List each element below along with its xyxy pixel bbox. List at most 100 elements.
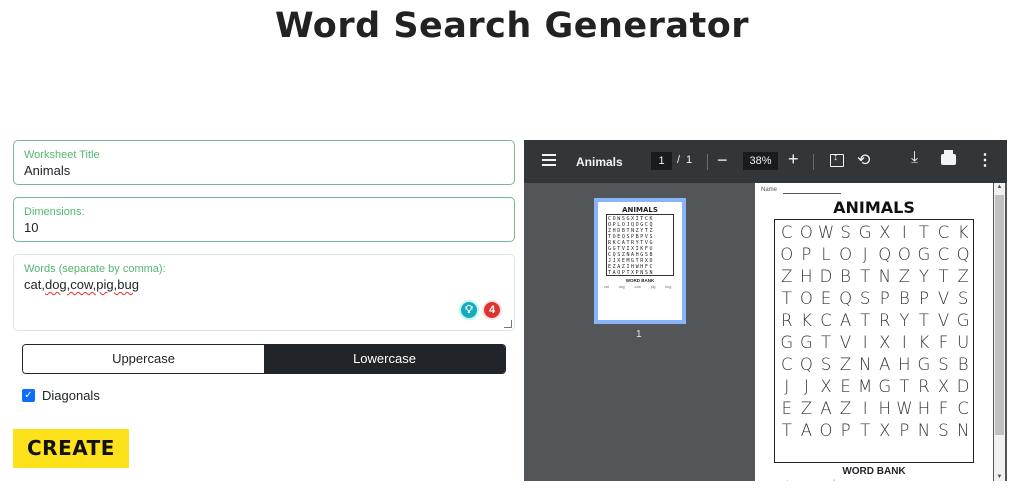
grid-cell: S xyxy=(820,355,832,374)
fit-page-icon[interactable] xyxy=(830,152,844,167)
grid-cell: Q xyxy=(878,245,892,264)
document-name: Animals xyxy=(576,155,623,169)
grid-cell: F xyxy=(938,333,949,352)
grid-cell: J xyxy=(803,377,809,396)
scrollbar[interactable]: ▲ ▼ xyxy=(994,183,1005,481)
grid-cell: O xyxy=(819,421,833,440)
grid-cell: S xyxy=(957,289,969,308)
grid-cell: I xyxy=(901,223,907,242)
thumbnail-bank-title: WORD BANK xyxy=(625,278,655,283)
name-label: Name xyxy=(761,187,778,193)
grid-row: TOEQSPBPVS xyxy=(777,288,973,310)
grid-cell: Y xyxy=(918,267,929,286)
grid-cell: C xyxy=(820,311,832,330)
zoom-input[interactable]: 38% xyxy=(743,152,778,170)
grid-cell: R xyxy=(918,377,930,396)
thumbnail-grid-row: TAOPTXPNSN xyxy=(608,269,655,276)
grid-cell: W xyxy=(817,223,835,242)
grid-cell: Z xyxy=(898,267,911,286)
grid-cell: Y xyxy=(899,311,910,330)
error-count-badge[interactable]: 4 xyxy=(482,300,502,320)
diagonals-option[interactable]: ✓ Diagonals xyxy=(22,388,100,403)
zoom-in-button[interactable]: + xyxy=(788,149,799,170)
page-thumbnail[interactable]: ANIMALS COWSGXITCK OPLOJQOGCQ ZHDBTNZYTZ TO… xyxy=(594,198,686,324)
grid-cell: S xyxy=(859,289,871,308)
grid-cell: P xyxy=(840,421,851,440)
grid-cell: A xyxy=(879,355,891,374)
scrollbar-thumb[interactable] xyxy=(995,195,1004,435)
grid-cell: N xyxy=(917,421,931,440)
more-options-icon[interactable]: ⋮ xyxy=(977,150,993,170)
grid-cell: W xyxy=(896,399,913,418)
grid-cell: S xyxy=(840,223,851,242)
grid-cell: N xyxy=(859,355,872,374)
grid-row: GGTVIXIKFU xyxy=(777,332,973,354)
resize-handle[interactable] xyxy=(504,320,512,328)
menu-icon[interactable] xyxy=(542,154,556,166)
grid-cell: G xyxy=(917,355,931,374)
grid-cell: I xyxy=(862,399,868,418)
grid-cell: G xyxy=(956,311,970,330)
grid-cell: T xyxy=(860,311,871,330)
worksheet-title-input[interactable]: Animals xyxy=(24,163,70,178)
grid-cell: G xyxy=(878,377,892,396)
grid-cell: S xyxy=(938,421,949,440)
dimensions-input[interactable]: 10 xyxy=(24,220,38,235)
scroll-down-arrow[interactable]: ▼ xyxy=(994,474,1005,480)
grid-cell: A xyxy=(800,421,813,440)
grid-cell: A xyxy=(839,311,852,330)
grid-cell: Q xyxy=(799,355,813,374)
page-number-input[interactable]: 1 xyxy=(651,152,672,170)
rotate-icon[interactable]: ⟲ xyxy=(857,150,870,170)
grid-cell: Q xyxy=(839,289,853,308)
grid-cell: O xyxy=(799,223,813,242)
grid-cell: Z xyxy=(839,355,852,374)
worksheet-title-field[interactable]: Worksheet Title Animals xyxy=(13,140,515,185)
pdf-toolbar: Animals 1 / 1 − 38% + ⟲ ⤓ ⋮ xyxy=(524,140,1007,183)
grid-cell: H xyxy=(898,355,911,374)
grid-cell: C xyxy=(937,223,950,242)
print-icon[interactable] xyxy=(941,150,956,165)
grid-cell: D xyxy=(956,377,970,396)
grid-cell: J xyxy=(862,245,868,264)
grid-row: JJXEMGTRXD xyxy=(777,376,973,398)
words-input[interactable]: cat,dog,cow,pig,bug xyxy=(24,277,139,292)
grid-cell: X xyxy=(879,223,891,242)
grid-cell: V xyxy=(937,289,950,308)
name-line xyxy=(783,193,841,194)
grid-cell: K xyxy=(957,223,969,242)
grid-cell: T xyxy=(918,223,929,242)
download-icon[interactable]: ⤓ xyxy=(911,149,918,167)
grid-cell: N xyxy=(956,421,970,440)
words-text-part: cat, xyxy=(24,277,45,292)
worksheet-page: Name ANIMALS COWSGXITCKOPLOJQOGCQZHDBTNZ… xyxy=(755,183,993,481)
thumbnail-bank-item: bug xyxy=(665,285,672,289)
grid-cell: B xyxy=(840,267,851,286)
grid-cell: E xyxy=(820,289,832,308)
word-bank-item: cat xyxy=(779,480,831,481)
create-button[interactable]: CREATE xyxy=(13,429,129,468)
word-bank-list: catdogcowpigbug xyxy=(779,480,979,481)
grid-cell: T xyxy=(781,421,792,440)
scroll-up-arrow[interactable]: ▲ xyxy=(994,184,1005,190)
grid-cell: T xyxy=(781,289,792,308)
thumbnail-bank-words: cat dog cow pig bug xyxy=(604,285,676,289)
grid-cell: F xyxy=(938,399,949,418)
diagonals-checkbox[interactable]: ✓ xyxy=(22,389,35,402)
words-textarea[interactable]: Words (separate by comma): cat,dog,cow,p… xyxy=(13,254,515,331)
word-bank-item: dog xyxy=(831,480,883,481)
grid-cell: L xyxy=(821,245,831,264)
grid-cell: Z xyxy=(800,399,813,418)
thumbnail-grid: COWSGXITCK OPLOJQOGCQ ZHDBTNZYTZ TOEQSPBPVS… xyxy=(606,214,674,276)
bulb-icon[interactable]: 💡︎ xyxy=(459,300,479,320)
uppercase-button[interactable]: Uppercase xyxy=(23,345,264,373)
grammar-badges[interactable]: 💡︎ 4 xyxy=(459,300,502,320)
grid-row: EZAZIHWHFC xyxy=(777,398,973,420)
dimensions-field[interactable]: Dimensions: 10 xyxy=(13,197,515,242)
grid-cell: V xyxy=(839,333,852,352)
lowercase-button[interactable]: Lowercase xyxy=(264,345,505,373)
grid-cell: N xyxy=(878,267,891,286)
grid-row: ZHDBTNZYTZ xyxy=(777,266,973,288)
grid-cell: C xyxy=(937,245,950,264)
zoom-out-button[interactable]: − xyxy=(717,150,728,171)
